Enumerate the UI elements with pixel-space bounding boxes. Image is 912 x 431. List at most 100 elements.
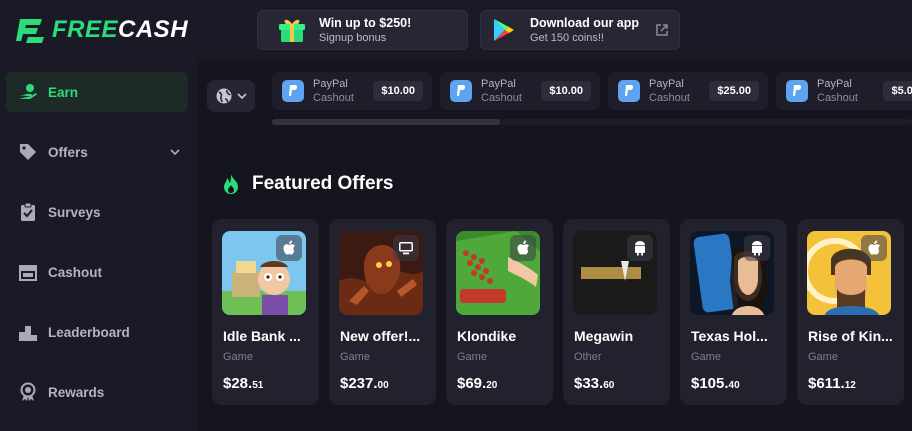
featured-offers-list: Idle Bank ... Game $28.51 New offer!... … bbox=[212, 219, 912, 409]
offer-name: Idle Bank ... bbox=[223, 328, 301, 344]
offer-card-new-offer[interactable]: New offer!... Game $237.00 bbox=[329, 219, 436, 405]
store-icon bbox=[19, 265, 37, 281]
ticker-scrollbar-thumb[interactable] bbox=[272, 119, 500, 125]
sidebar-item-earn[interactable]: Earn bbox=[6, 72, 188, 112]
offer-price-main: $69. bbox=[457, 375, 487, 392]
download-app-title: Download our app bbox=[530, 15, 640, 30]
offer-price: $237.00 bbox=[340, 375, 389, 393]
ticker-amount: $10.00 bbox=[373, 81, 423, 101]
sidebar-item-earn-label: Earn bbox=[48, 84, 79, 100]
download-app-banner[interactable]: Download our app Get 150 coins!! bbox=[480, 10, 680, 50]
signup-bonus-banner[interactable]: Win up to $250! Signup bonus bbox=[257, 10, 468, 50]
offer-price: $105.40 bbox=[691, 375, 740, 393]
ticker-type: Cashout bbox=[481, 92, 522, 104]
clipboard-icon bbox=[21, 202, 35, 221]
hand-coin-icon bbox=[19, 84, 37, 99]
offer-price: $69.20 bbox=[457, 375, 497, 393]
offer-category: Game bbox=[223, 351, 253, 363]
ticker-amount: $5.00 bbox=[883, 81, 912, 101]
apple-icon bbox=[517, 240, 529, 255]
offer-price-main: $28. bbox=[223, 375, 253, 392]
gift-icon bbox=[279, 19, 305, 42]
external-link-icon bbox=[656, 24, 668, 36]
offer-price-cents: 12 bbox=[844, 380, 856, 391]
globe-icon bbox=[216, 88, 232, 104]
offer-name: Texas Hol... bbox=[691, 328, 768, 344]
offer-name: New offer!... bbox=[340, 328, 421, 344]
offer-price: $28.51 bbox=[223, 375, 263, 393]
offer-price-main: $237. bbox=[340, 375, 378, 392]
logo-text-free: FREE bbox=[52, 16, 119, 43]
apple-icon bbox=[868, 240, 880, 255]
platform-badge bbox=[627, 235, 653, 261]
offer-card-rise-of-kingdoms[interactable]: Rise of Kin... Game $611.12 bbox=[797, 219, 904, 405]
paypal-icon bbox=[618, 80, 640, 102]
android-icon bbox=[635, 241, 645, 256]
offer-card-klondike[interactable]: Klondike Game $69.20 bbox=[446, 219, 553, 405]
offer-price-main: $33. bbox=[574, 375, 604, 392]
offer-card-texas-holdem[interactable]: Texas Hol... Game $105.40 bbox=[680, 219, 787, 405]
ticker-method: PayPal bbox=[817, 78, 852, 90]
featured-offers-heading: Featured Offers bbox=[222, 171, 393, 197]
featured-offers-title: Featured Offers bbox=[252, 173, 394, 194]
sidebar-item-cashout-label: Cashout bbox=[48, 264, 102, 280]
offer-price-cents: 00 bbox=[377, 380, 389, 391]
platform-badge bbox=[276, 235, 302, 261]
apple-icon bbox=[283, 240, 295, 255]
offer-name: Megawin bbox=[574, 328, 634, 344]
offer-price-cents: 60 bbox=[603, 380, 615, 391]
download-app-subtitle: Get 150 coins!! bbox=[530, 31, 604, 44]
offer-thumbnail bbox=[573, 231, 657, 315]
platform-badge bbox=[510, 235, 536, 261]
ticker-item: PayPal Cashout $5.00 bbox=[776, 72, 912, 110]
offer-thumbnail bbox=[222, 231, 306, 315]
sidebar-item-offers[interactable]: Offers bbox=[6, 132, 188, 172]
android-icon bbox=[752, 241, 762, 256]
freecash-logo[interactable]: FREECASH bbox=[14, 12, 188, 48]
ticker-type: Cashout bbox=[313, 92, 354, 104]
sidebar-item-leaderboard[interactable]: Leaderboard bbox=[6, 312, 188, 352]
podium-icon bbox=[19, 326, 37, 341]
sidebar-item-rewards-label: Rewards bbox=[48, 384, 105, 400]
ticker-method: PayPal bbox=[649, 78, 684, 90]
offer-category: Game bbox=[340, 351, 370, 363]
offer-category: Game bbox=[691, 351, 721, 363]
offer-price-main: $611. bbox=[808, 375, 845, 392]
offer-price-main: $105. bbox=[691, 375, 729, 392]
offer-card-idle-bank[interactable]: Idle Bank ... Game $28.51 bbox=[212, 219, 319, 405]
signup-bonus-title: Win up to $250! bbox=[319, 15, 412, 30]
offer-price: $611.12 bbox=[808, 375, 856, 393]
offer-name: Klondike bbox=[457, 328, 517, 344]
region-selector[interactable] bbox=[207, 80, 255, 112]
sidebar-item-offers-label: Offers bbox=[48, 144, 88, 160]
offer-price-cents: 51 bbox=[252, 380, 264, 391]
offer-name: Rise of Kin... bbox=[808, 328, 893, 344]
offer-thumbnail bbox=[807, 231, 891, 315]
offer-price-cents: 40 bbox=[728, 380, 740, 391]
sidebar-item-cashout[interactable]: Cashout bbox=[6, 252, 188, 292]
fire-icon bbox=[224, 174, 238, 194]
ticker-item: PayPal Cashout $25.00 bbox=[608, 72, 768, 110]
ticker-type: Cashout bbox=[649, 92, 690, 104]
logo-text-cash: CASH bbox=[118, 16, 189, 43]
signup-bonus-subtitle: Signup bonus bbox=[319, 31, 387, 44]
offer-thumbnail bbox=[339, 231, 423, 315]
ticker-track: PayPal Cashout $10.00 PayPal Cashout $10… bbox=[272, 72, 912, 122]
ticker-item: PayPal Cashout $10.00 bbox=[272, 72, 432, 110]
sidebar-item-rewards[interactable]: Rewards bbox=[6, 372, 188, 412]
ticker-scrollbar[interactable] bbox=[272, 119, 912, 125]
sidebar-item-leaderboard-label: Leaderboard bbox=[48, 324, 130, 340]
paypal-icon bbox=[450, 80, 472, 102]
offer-thumbnail bbox=[690, 231, 774, 315]
sidebar-item-surveys-label: Surveys bbox=[48, 204, 101, 220]
ticker-amount: $10.00 bbox=[541, 81, 591, 101]
offer-card-megawin[interactable]: Megawin Other $33.60 bbox=[563, 219, 670, 405]
offer-category: Game bbox=[457, 351, 487, 363]
paypal-icon bbox=[282, 80, 304, 102]
platform-badge bbox=[861, 235, 887, 261]
sidebar-item-surveys[interactable]: Surveys bbox=[6, 192, 188, 232]
ticker-method: PayPal bbox=[481, 78, 516, 90]
chevron-down-icon bbox=[170, 149, 180, 156]
offer-price: $33.60 bbox=[574, 375, 614, 393]
offer-category: Other bbox=[574, 351, 602, 363]
